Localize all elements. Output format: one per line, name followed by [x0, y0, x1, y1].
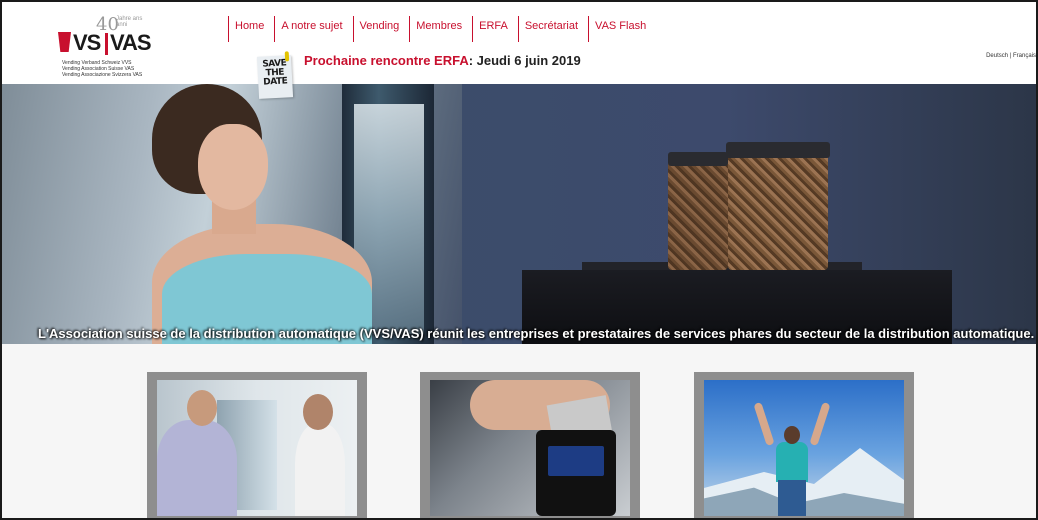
lang-deutsch-link[interactable]: Deutsch — [986, 53, 1008, 59]
logo-tagline-it: Vending Associazione Svizzera VAS — [62, 72, 143, 78]
payment-terminal-screen — [548, 446, 604, 476]
hero-person-face — [198, 124, 268, 210]
feature-cards — [2, 344, 1036, 518]
save-the-date-line-3: DATE — [263, 76, 288, 88]
feature-card-payment[interactable] — [420, 372, 640, 518]
raised-arm-right — [809, 401, 831, 447]
cup-icon — [58, 32, 71, 52]
standing-man-head — [303, 394, 333, 430]
vvs-vas-logo[interactable]: VS VAS 40 Jahre ans anni Vending Verband… — [58, 16, 188, 82]
seated-man-shape — [157, 420, 237, 516]
next-meeting-label: Prochaine rencontre ERFA — [304, 53, 469, 68]
nav-vas-flash[interactable]: VAS Flash — [588, 16, 656, 42]
feature-card-success[interactable] — [694, 372, 914, 518]
feature-card-meeting[interactable] — [147, 372, 367, 518]
logo-vs-text: VS — [73, 30, 101, 55]
language-switcher: Deutsch | Français — [986, 53, 1036, 59]
hiker-legs — [778, 480, 806, 516]
save-the-date-note: SAVE THE DATE — [256, 51, 294, 99]
next-meeting-banner[interactable]: Prochaine rencontre ERFA: Jeudi 6 juin 2… — [304, 53, 581, 68]
standing-man-shape — [295, 424, 345, 516]
logo-divider — [105, 33, 108, 55]
hiker-head — [784, 426, 800, 444]
page: VS VAS 40 Jahre ans anni Vending Verband… — [0, 0, 1038, 520]
hero-coffee-jar-left — [668, 154, 728, 270]
logo-vas-text: VAS — [110, 30, 152, 55]
mountain-image — [704, 380, 904, 516]
next-meeting-date: : Jeudi 6 juin 2019 — [468, 53, 581, 68]
site-header: VS VAS 40 Jahre ans anni Vending Verband… — [2, 2, 1036, 99]
nav-a-notre-sujet[interactable]: A notre sujet — [274, 16, 352, 42]
payment-image — [430, 380, 630, 516]
logo-anniversary-sub: Jahre ans anni — [116, 16, 143, 28]
nav-vending[interactable]: Vending — [352, 16, 410, 42]
lang-francais-link[interactable]: Français — [1013, 53, 1036, 59]
hero-banner: L'Association suisse de la distribution … — [2, 84, 1036, 344]
logo-tagline: Vending Verband Schweiz VVS Vending Asso… — [62, 60, 182, 78]
nav-erfa[interactable]: ERFA — [472, 16, 518, 42]
hero-jar-lid-left — [668, 152, 728, 166]
seated-man-head — [187, 390, 217, 426]
pin-icon — [284, 51, 290, 62]
nav-membres[interactable]: Membres — [409, 16, 472, 42]
hero-caption: L'Association suisse de la distribution … — [38, 326, 1035, 341]
nav-home[interactable]: Home — [228, 16, 274, 42]
hiker-body — [776, 442, 808, 482]
meeting-image — [157, 380, 357, 516]
raised-arm-left — [753, 401, 775, 447]
nav-secretariat[interactable]: Secrétariat — [517, 16, 588, 42]
hero-coffee-jar-right — [728, 144, 828, 270]
hero-jar-lid-right — [726, 142, 830, 158]
main-nav: Home A notre sujet Vending Membres ERFA … — [228, 16, 656, 42]
